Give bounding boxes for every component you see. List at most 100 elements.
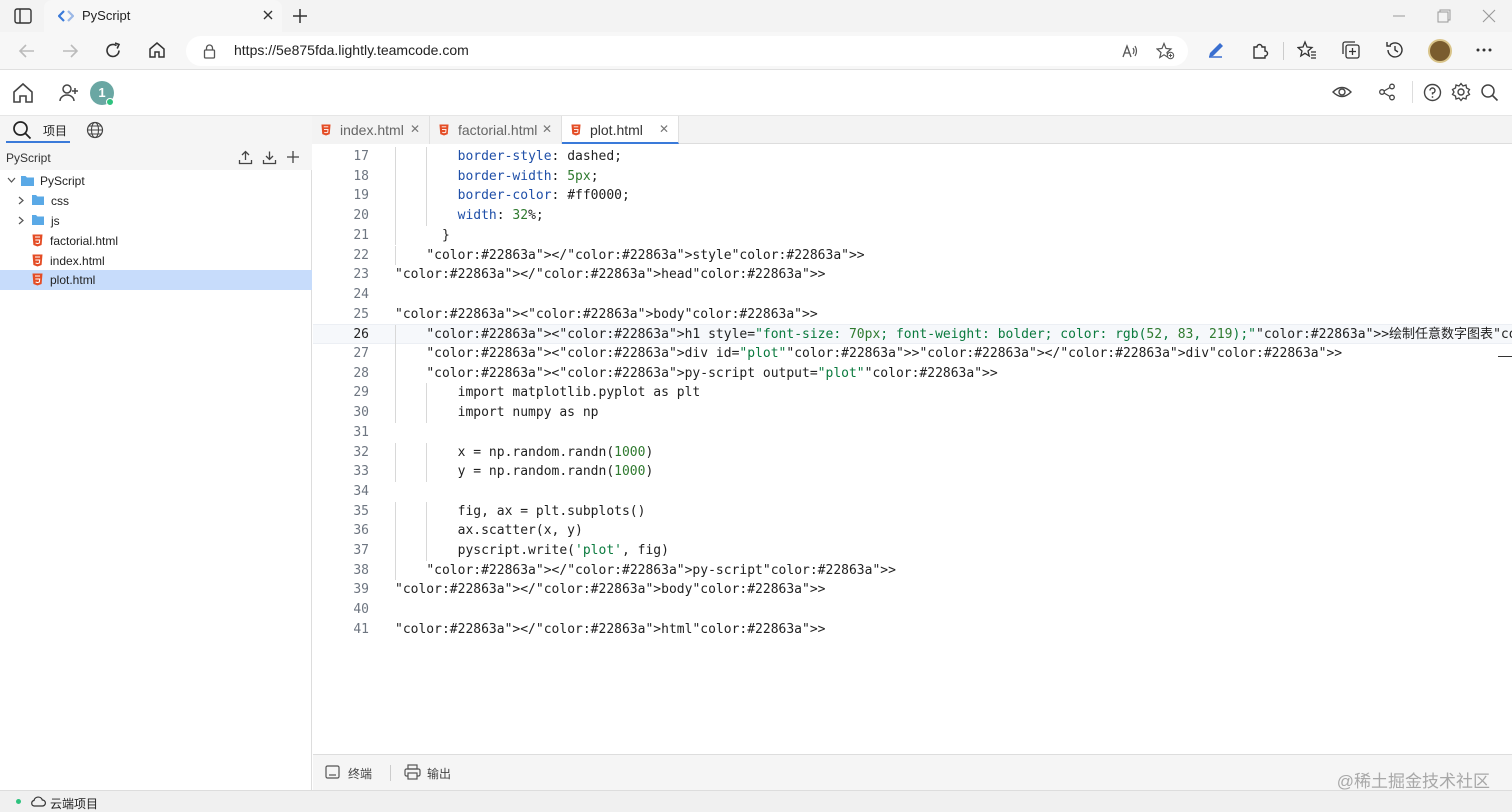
code-text: width: 32%; — [457, 208, 544, 224]
code-line[interactable]: 37 pyscript.write('plot', fig) — [313, 541, 1512, 561]
tab-factorial-html[interactable]: factorial.html ✕ — [430, 116, 562, 144]
tree-item-index-html[interactable]: index.html — [0, 251, 312, 271]
project-sidebar: 项目 PyScript PyScript css js factorial.ht… — [0, 116, 312, 790]
line-number: 41 — [353, 621, 369, 637]
line-number: 37 — [353, 543, 369, 558]
download-icon[interactable] — [262, 150, 277, 165]
extensions-icon[interactable] — [1250, 40, 1270, 60]
code-text: "color:#22863a"></"color:#22863a">py-scr… — [426, 562, 896, 578]
new-tab-icon[interactable] — [291, 7, 309, 25]
code-line[interactable]: 25 "color:#22863a"><"color:#22863a">body"… — [313, 305, 1512, 325]
code-text: "color:#22863a"></"color:#22863a">body"c… — [395, 582, 826, 598]
code-line[interactable]: 28 "color:#22863a"><"color:#22863a">py-s… — [313, 363, 1512, 384]
extension-pen-icon[interactable] — [1206, 40, 1226, 60]
code-line[interactable]: 33 y = np.random.randn(1000) — [313, 462, 1512, 482]
code-line[interactable]: 41 "color:#22863a"></"color:#22863a">html… — [313, 620, 1512, 640]
settings-gear-icon[interactable] — [1451, 82, 1471, 102]
code-line[interactable]: 29 import matplotlib.pyplot as plt — [313, 383, 1512, 404]
restore-window-icon[interactable] — [1437, 9, 1451, 23]
close-icon[interactable]: ✕ — [659, 122, 669, 136]
code-line[interactable]: 18 border-width: 5px; — [313, 166, 1512, 187]
code-line[interactable]: 26 "color:#22863a"><"color:#22863a">h1 s… — [313, 324, 1512, 345]
browser-tab-title: PyScript — [82, 8, 131, 23]
project-header: PyScript — [0, 144, 312, 170]
code-line[interactable]: 23 "color:#22863a"></"color:#22863a">head… — [313, 265, 1512, 285]
line-number: 23 — [353, 267, 369, 283]
forward-icon[interactable] — [61, 42, 79, 60]
refresh-icon[interactable] — [104, 41, 123, 60]
code-line[interactable]: 34 — [313, 482, 1512, 502]
line-number: 24 — [353, 286, 369, 302]
html5-file-icon — [32, 234, 43, 247]
status-bar: 云端项目 — [0, 790, 1512, 812]
close-window-icon[interactable] — [1482, 9, 1496, 23]
code-line[interactable]: 17 border-style: dashed; — [313, 147, 1512, 167]
global-search-icon[interactable] — [1480, 83, 1499, 102]
preview-eye-icon[interactable] — [1332, 84, 1352, 100]
profile-avatar[interactable] — [1428, 39, 1452, 63]
output-button[interactable]: 输出 — [404, 764, 464, 782]
code-line[interactable]: 31 — [313, 423, 1512, 443]
chevron-right-icon[interactable] — [18, 196, 25, 205]
share-icon[interactable] — [1378, 83, 1396, 101]
code-line[interactable]: 36 ax.scatter(x, y) — [313, 521, 1512, 541]
code-line[interactable]: 19 border-color: #ff0000; — [313, 186, 1512, 207]
code-line[interactable]: 39 "color:#22863a"></"color:#22863a">body… — [313, 580, 1512, 600]
code-line[interactable]: 24 — [313, 285, 1512, 305]
code-line[interactable]: 20 width: 32%; — [313, 206, 1512, 226]
search-icon[interactable] — [12, 120, 32, 140]
tree-item-css-folder[interactable]: css — [0, 191, 312, 211]
app-home-icon[interactable] — [12, 82, 34, 104]
code-line[interactable]: 27 "color:#22863a"><"color:#22863a">div … — [313, 344, 1512, 364]
code-text: x = np.random.randn(1000) — [395, 444, 654, 460]
help-icon[interactable] — [1423, 83, 1442, 102]
code-line[interactable]: 35 fig, ax = plt.subplots() — [313, 501, 1512, 522]
favorites-icon[interactable] — [1297, 40, 1317, 60]
lock-icon[interactable] — [203, 44, 216, 59]
code-text: "color:#22863a"><"color:#22863a">body"co… — [395, 306, 818, 322]
close-icon[interactable]: ✕ — [410, 122, 420, 136]
tab-index-html[interactable]: index.html ✕ — [312, 116, 430, 144]
tab-project[interactable]: 项目 — [43, 122, 67, 139]
code-text: "color:#22863a"><"color:#22863a">h1 styl… — [426, 327, 1512, 343]
home-icon[interactable] — [148, 41, 166, 59]
line-number: 36 — [353, 523, 369, 539]
globe-icon[interactable] — [86, 121, 104, 139]
back-icon[interactable] — [18, 42, 36, 60]
close-icon[interactable]: ✕ — [542, 122, 552, 136]
code-editor[interactable]: 17 border-style: dashed; 18 border-width:… — [313, 145, 1512, 753]
more-menu-icon[interactable] — [1476, 48, 1492, 52]
pyscript-favicon-icon — [58, 9, 74, 23]
code-line[interactable]: 21 } — [313, 225, 1512, 246]
chevron-down-icon[interactable] — [7, 177, 16, 184]
cloud-icon — [30, 796, 46, 807]
close-tab-icon[interactable] — [262, 9, 274, 21]
code-line[interactable]: 38 "color:#22863a"></"color:#22863a">py-… — [313, 560, 1512, 581]
collections-icon[interactable] — [1341, 40, 1361, 60]
history-icon[interactable] — [1385, 40, 1405, 60]
tab-actions-icon[interactable] — [14, 8, 32, 24]
tree-item-plot-html[interactable]: plot.html — [0, 270, 312, 290]
chevron-right-icon[interactable] — [18, 216, 25, 225]
code-line[interactable]: 32 x = np.random.randn(1000) — [313, 442, 1512, 463]
tree-item-root-folder[interactable]: PyScript — [0, 171, 312, 191]
html5-file-icon — [321, 124, 331, 136]
terminal-button[interactable]: 终端 — [325, 764, 385, 782]
minimize-window-icon[interactable] — [1392, 10, 1406, 22]
add-user-icon[interactable] — [58, 82, 80, 104]
address-bar[interactable]: https://5e875fda.lightly.teamcode.com — [186, 36, 1188, 66]
cloud-project-label[interactable]: 云端项目 — [50, 795, 98, 812]
read-aloud-icon[interactable] — [1122, 43, 1139, 59]
tree-item-js-folder[interactable]: js — [0, 211, 312, 231]
code-line[interactable]: 22 "color:#22863a"></"color:#22863a">sty… — [313, 245, 1512, 266]
tree-item-factorial-html[interactable]: factorial.html — [0, 231, 312, 251]
browser-tab[interactable]: PyScript — [44, 0, 282, 32]
add-file-icon[interactable] — [286, 150, 300, 164]
code-line[interactable]: 40 — [313, 600, 1512, 620]
add-favorite-icon[interactable] — [1156, 42, 1175, 60]
line-number: 32 — [353, 444, 369, 460]
upload-icon[interactable] — [238, 150, 253, 165]
line-number: 26 — [353, 327, 369, 343]
tab-plot-html[interactable]: plot.html ✕ — [562, 116, 679, 144]
code-line[interactable]: 30 import numpy as np — [313, 403, 1512, 423]
